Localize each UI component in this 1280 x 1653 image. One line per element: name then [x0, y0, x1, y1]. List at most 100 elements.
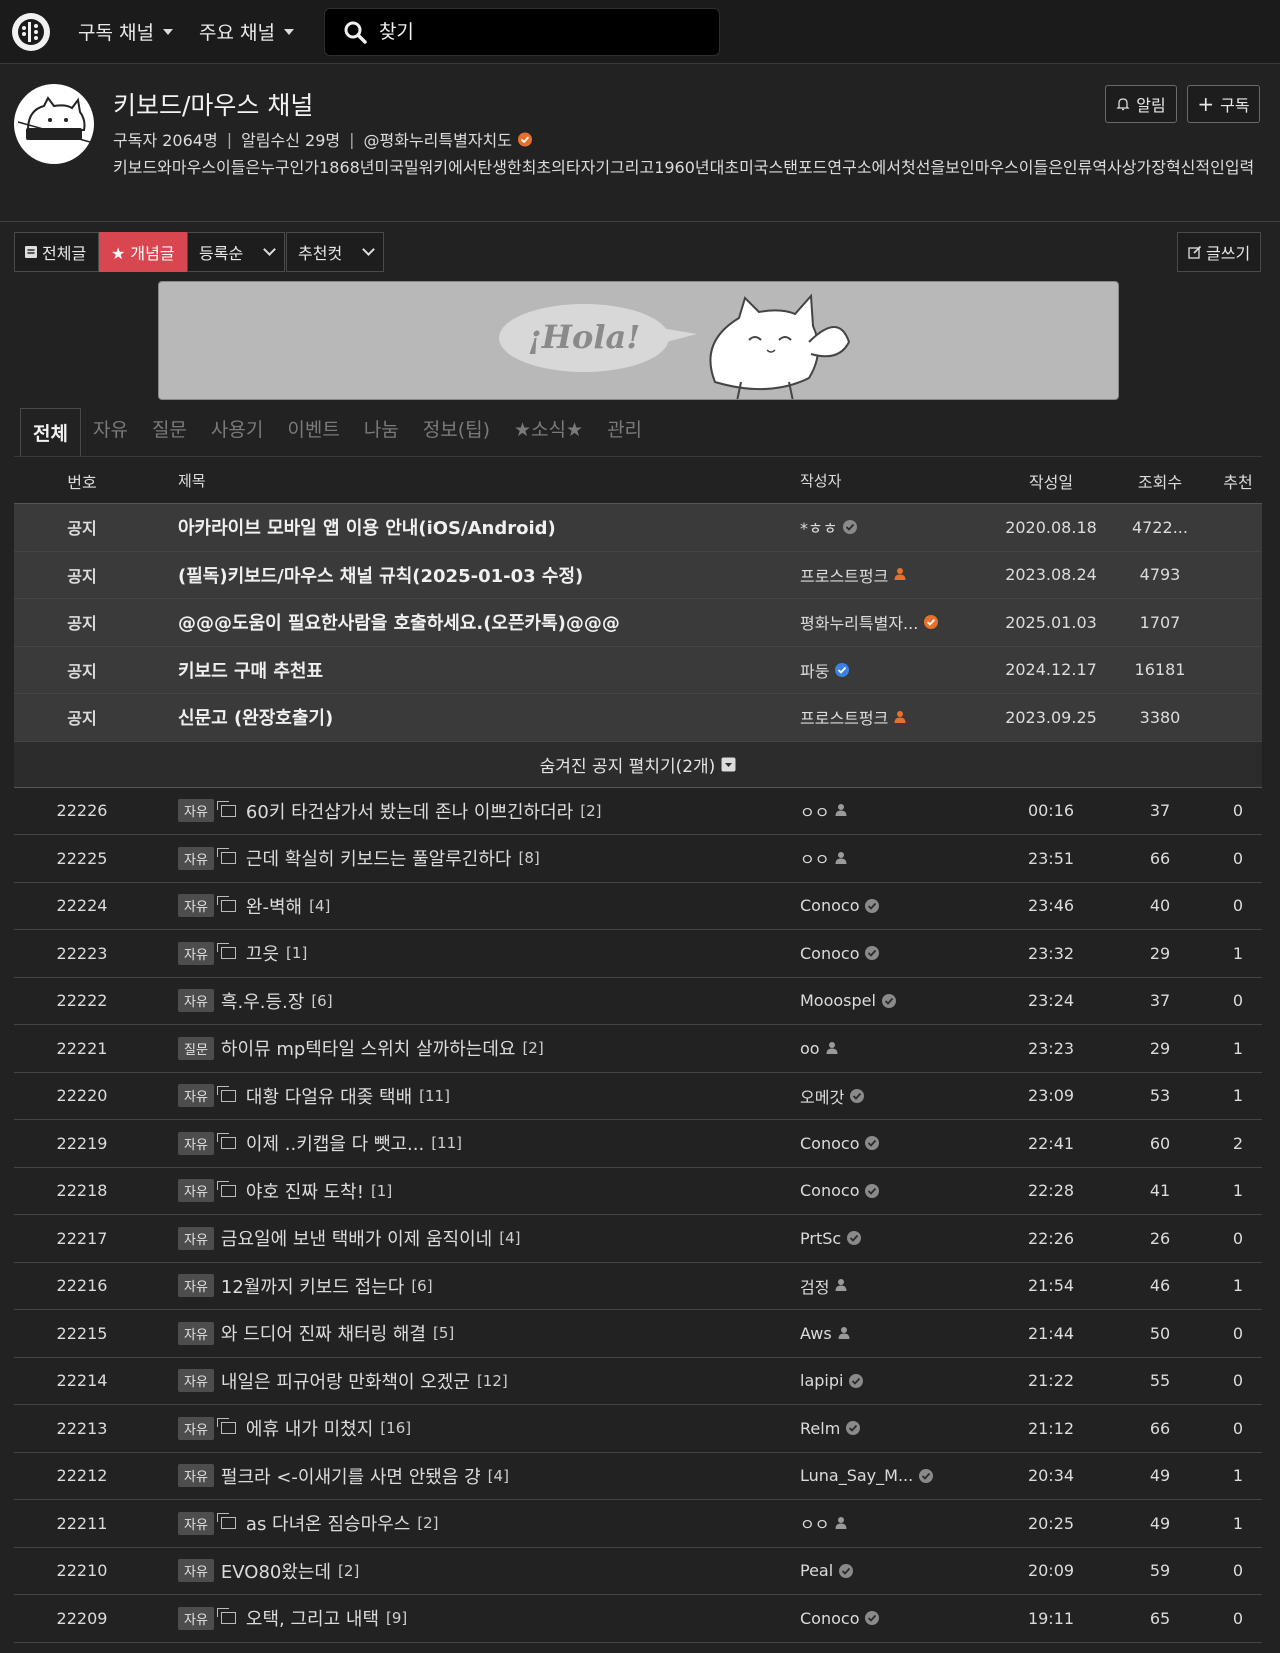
post-title-cell[interactable]: 자유 펄크라 <-이새기를 사면 안됐음 걍 [4]: [150, 1463, 800, 1489]
post-title-cell[interactable]: 질문 하이뮤 mp텍타일 스위치 살까하는데요 [2]: [150, 1035, 800, 1061]
post-title-link[interactable]: 에휴 내가 미쳤지: [246, 1415, 373, 1441]
category-badge[interactable]: 자유: [178, 1559, 214, 1583]
notice-author[interactable]: 프로스트펑크: [800, 563, 1000, 587]
author-name[interactable]: 파둥: [800, 658, 829, 682]
post-title-link[interactable]: 와 드디어 진짜 채터링 해결: [221, 1320, 426, 1346]
tab-info[interactable]: 정보(팁): [411, 410, 502, 456]
recommend-cut-dropdown[interactable]: 추천컷: [286, 232, 384, 272]
expand-hidden-notices-button[interactable]: 숨겨진 공지 펼치기(2개): [14, 741, 1262, 788]
post-title-link[interactable]: 오택, 그리고 내택: [246, 1605, 379, 1631]
notice-author[interactable]: 평화누리특별자...: [800, 610, 1000, 634]
post-author[interactable]: ㅇㅇ: [800, 1511, 1000, 1535]
post-author[interactable]: oo: [800, 1039, 1000, 1058]
post-row[interactable]: 22219 자유 이제 ..키캡을 다 뺏고... [11] Conoco 22:41 60…: [14, 1120, 1262, 1168]
tab-question[interactable]: 질문: [140, 410, 199, 456]
post-title-cell[interactable]: 자유 야호 진짜 도착! [1]: [150, 1178, 800, 1204]
category-badge[interactable]: 질문: [178, 1036, 214, 1060]
tab-admin[interactable]: 관리: [595, 410, 654, 456]
tab-review[interactable]: 사용기: [199, 410, 275, 456]
post-author[interactable]: PrtSc: [800, 1229, 1000, 1248]
post-title-cell[interactable]: 자유 이제 ..키캡을 다 뺏고... [11]: [150, 1130, 800, 1156]
author-name[interactable]: Conoco: [800, 1609, 859, 1628]
notice-title-link[interactable]: (필독)키보드/마우스 채널 규칙(2025-01-03 수정): [150, 562, 800, 588]
post-author[interactable]: ㅇㅇ: [800, 846, 1000, 870]
author-name[interactable]: Conoco: [800, 1181, 859, 1200]
author-name[interactable]: PrtSc: [800, 1229, 841, 1248]
post-title-cell[interactable]: 자유 끄읏 [1]: [150, 940, 800, 966]
main-channels-menu[interactable]: 주요 채널: [199, 18, 294, 45]
author-name[interactable]: oo: [800, 1039, 820, 1058]
post-author[interactable]: Peal: [800, 1561, 1000, 1580]
post-row[interactable]: 22225 자유 근데 확실히 키보드는 풀알루긴하다 [8] ㅇㅇ 23:51 66 0: [14, 835, 1262, 883]
post-author[interactable]: Aws: [800, 1324, 1000, 1343]
post-row[interactable]: 22221 질문 하이뮤 mp텍타일 스위치 살까하는데요 [2] oo 23:23 29 1: [14, 1025, 1262, 1073]
post-title-link[interactable]: 펄크라 <-이새기를 사면 안됐음 걍: [221, 1463, 481, 1489]
author-name[interactable]: Mooospel: [800, 991, 876, 1010]
post-author[interactable]: Conoco: [800, 1609, 1000, 1628]
tab-news[interactable]: ★소식★: [502, 410, 595, 456]
notice-title-link[interactable]: @@@도움이 필요한사람을 호출하세요.(오픈카톡)@@@: [150, 609, 800, 635]
post-title-cell[interactable]: 자유 흑.우.등.장 [6]: [150, 988, 800, 1014]
tab-event[interactable]: 이벤트: [275, 410, 351, 456]
post-title-cell[interactable]: 자유 와 드디어 진짜 채터링 해결 [5]: [150, 1320, 800, 1346]
site-logo-icon[interactable]: [12, 12, 50, 51]
notice-title-link[interactable]: 키보드 구매 추천표: [150, 657, 800, 683]
post-title-link[interactable]: 야호 진짜 도착!: [246, 1178, 364, 1204]
tab-share[interactable]: 나눔: [352, 410, 411, 456]
notice-row[interactable]: 공지 (필독)키보드/마우스 채널 규칙(2025-01-03 수정) 프로스트펑크…: [14, 551, 1262, 599]
post-title-link[interactable]: 완-벽해: [246, 893, 302, 919]
search-box[interactable]: [323, 7, 720, 56]
post-title-link[interactable]: 내일은 피규어랑 만화책이 오겠군: [221, 1368, 470, 1394]
post-title-link[interactable]: 하이뮤 mp텍타일 스위치 살까하는데요: [221, 1035, 516, 1061]
post-row[interactable]: 22213 자유 에휴 내가 미쳤지 [16] Relm 21:12 66 0: [14, 1405, 1262, 1453]
post-title-cell[interactable]: 자유 60키 타건샵가서 봤는데 존나 이쁘긴하더라 [2]: [150, 798, 800, 824]
category-badge[interactable]: 자유: [178, 799, 214, 823]
post-title-cell[interactable]: 자유 에휴 내가 미쳤지 [16]: [150, 1415, 800, 1441]
category-badge[interactable]: 자유: [178, 1084, 214, 1108]
subscribe-button[interactable]: + 구독: [1187, 85, 1260, 123]
post-author[interactable]: 오메갓: [800, 1084, 1000, 1108]
post-row[interactable]: 22218 자유 야호 진짜 도착! [1] Conoco 22:28 41 1: [14, 1168, 1262, 1215]
author-name[interactable]: Conoco: [800, 896, 859, 915]
post-row[interactable]: 22216 자유 12월까지 키보드 접는다 [6] 검정 21:54 46 1: [14, 1263, 1262, 1310]
post-author[interactable]: Conoco: [800, 1134, 1000, 1153]
category-badge[interactable]: 자유: [178, 1416, 214, 1440]
post-row[interactable]: 22212 자유 펄크라 <-이새기를 사면 안됐음 걍 [4] Luna_Say_M.…: [14, 1453, 1262, 1500]
author-name[interactable]: 프로스트펑크: [800, 705, 888, 729]
category-badge[interactable]: 자유: [178, 1274, 214, 1298]
post-row[interactable]: 22223 자유 끄읏 [1] Conoco 23:32 29 1: [14, 930, 1262, 978]
post-title-link[interactable]: 대황 다얼유 대좆 택배: [246, 1083, 412, 1109]
notice-author[interactable]: 프로스트펑크: [800, 705, 1000, 729]
post-title-cell[interactable]: 자유 대황 다얼유 대좆 택배 [11]: [150, 1083, 800, 1109]
category-badge[interactable]: 자유: [178, 1226, 214, 1250]
post-title-cell[interactable]: 자유 근데 확실히 키보드는 풀알루긴하다 [8]: [150, 845, 800, 871]
post-title-link[interactable]: 금요일에 보낸 택배가 이제 움직이네: [221, 1225, 492, 1251]
post-row[interactable]: 22220 자유 대황 다얼유 대좆 택배 [11] 오메갓 23:09 53 1: [14, 1073, 1262, 1120]
post-row[interactable]: 22224 자유 완-벽해 [4] Conoco 23:46 40 0: [14, 883, 1262, 930]
category-badge[interactable]: 자유: [178, 941, 214, 965]
notice-author[interactable]: *ㅎㅎ: [800, 515, 1000, 539]
notice-title-link[interactable]: 아카라이브 모바일 앱 이용 안내(iOS/Android): [150, 514, 800, 540]
author-name[interactable]: Relm: [800, 1419, 840, 1438]
post-author[interactable]: Relm: [800, 1419, 1000, 1438]
channel-owner-link[interactable]: @평화누리특별자치도: [364, 127, 512, 151]
post-row[interactable]: 22210 자유 EVO80왔는데 [2] Peal 20:09 59 0: [14, 1548, 1262, 1595]
post-title-cell[interactable]: 자유 as 다녀온 짐승마우스 [2]: [150, 1510, 800, 1536]
post-author[interactable]: Conoco: [800, 1181, 1000, 1200]
category-badge[interactable]: 자유: [178, 1511, 214, 1535]
search-input[interactable]: [378, 20, 699, 43]
category-badge[interactable]: 자유: [178, 1369, 214, 1393]
post-row[interactable]: 22209 자유 오택, 그리고 내택 [9] Conoco 19:11 65 0: [14, 1595, 1262, 1643]
author-name[interactable]: 검정: [800, 1274, 829, 1298]
category-badge[interactable]: 자유: [178, 894, 214, 918]
all-posts-button[interactable]: 전체글: [14, 232, 99, 272]
post-author[interactable]: Conoco: [800, 944, 1000, 963]
category-badge[interactable]: 자유: [178, 846, 214, 870]
post-row[interactable]: 22215 자유 와 드디어 진짜 채터링 해결 [5] Aws 21:44 50 0: [14, 1310, 1262, 1358]
post-author[interactable]: ㅇㅇ: [800, 799, 1000, 823]
post-title-cell[interactable]: 자유 내일은 피규어랑 만화책이 오겠군 [12]: [150, 1368, 800, 1394]
author-name[interactable]: ㅇㅇ: [800, 1511, 829, 1535]
category-badge[interactable]: 자유: [178, 1321, 214, 1345]
author-name[interactable]: Luna_Say_M...: [800, 1466, 913, 1485]
post-title-link[interactable]: 이제 ..키캡을 다 뺏고...: [246, 1130, 424, 1156]
